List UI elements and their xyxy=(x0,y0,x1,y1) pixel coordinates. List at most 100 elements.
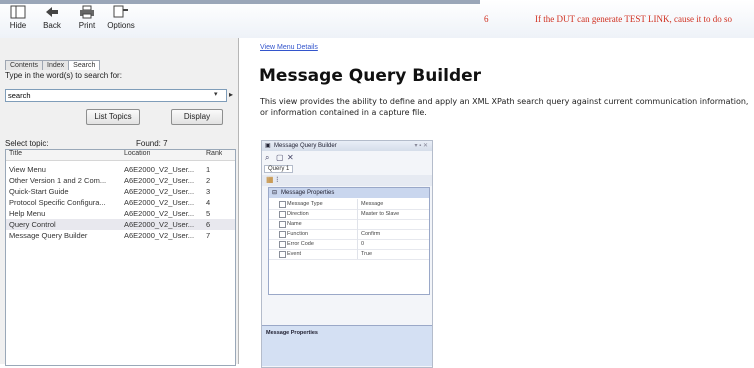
shot-property-grid: ⊟ Message Properties Message Type Message… xyxy=(268,187,430,295)
shot-grid-row-value: Master to Slave xyxy=(361,211,400,217)
shot-toolbar: ⌕ ▢ ✕ xyxy=(262,152,432,164)
shot-grid-divider xyxy=(357,209,358,219)
list-item-rank: 4 xyxy=(206,198,211,207)
shot-grid-row-name: Function xyxy=(287,231,309,237)
back-label: Back xyxy=(43,21,61,30)
shot-query-tab: Query 1 xyxy=(264,165,294,173)
list-item[interactable]: View Menu A6E2000_V2_User... 1 xyxy=(6,164,235,175)
shot-checkbox xyxy=(279,231,286,238)
display-button[interactable]: Display xyxy=(171,109,223,125)
search-arrow-icon[interactable]: ▸ xyxy=(229,90,235,100)
list-item-title: Query Control xyxy=(9,220,56,229)
shot-grid-row-value: True xyxy=(361,251,373,257)
shot-grid-divider xyxy=(357,249,358,259)
shot-title-text: Message Query Builder xyxy=(274,143,337,149)
shot-grid-row-name: Event xyxy=(287,251,302,257)
shot-grid-divider xyxy=(357,199,358,209)
tab-index[interactable]: Index xyxy=(42,60,70,70)
shot-properties-label: Message Properties xyxy=(266,330,318,336)
nav-tabs: Contents Index Search xyxy=(5,54,101,70)
list-item-title: Help Menu xyxy=(9,209,46,218)
shot-grid-row-value: Confirm xyxy=(361,231,381,237)
shot-document-icon: ▢ xyxy=(276,153,284,162)
dropdown-arrow-icon[interactable]: ▾ xyxy=(214,90,218,98)
shot-sort-icon: ▦ xyxy=(266,175,274,184)
list-item-title: Message Query Builder xyxy=(9,231,88,240)
list-item[interactable]: Protocol Specific Configura... A6E2000_V2… xyxy=(6,197,235,208)
back-arrow-icon xyxy=(46,7,58,17)
embedded-screenshot: ▣ Message Query Builder ▾ ▪ ✕ ⌕ ▢ ✕ Quer… xyxy=(261,140,433,368)
tab-contents[interactable]: Contents xyxy=(5,60,44,70)
shot-grid-row-name: Direction xyxy=(287,211,309,217)
list-item-location: A6E2000_V2_User... xyxy=(124,220,195,229)
back-button[interactable]: Back xyxy=(38,5,66,35)
list-item-rank: 3 xyxy=(206,187,211,196)
content-pane: View Menu Details Message Query Builder … xyxy=(239,38,754,368)
shot-grid-header: ⊟ Message Properties xyxy=(269,188,429,198)
hide-icon xyxy=(10,5,26,19)
printer-icon xyxy=(80,5,94,19)
breadcrumb-link[interactable]: View Menu Details xyxy=(260,44,318,51)
list-item[interactable]: Message Query Builder A6E2000_V2_User... 7 xyxy=(6,230,235,241)
list-item-location: A6E2000_V2_User... xyxy=(124,187,195,196)
shot-checkbox xyxy=(279,251,286,258)
column-rank[interactable]: Rank xyxy=(206,150,222,157)
list-item-location: A6E2000_V2_User... xyxy=(124,198,195,207)
list-item-location: A6E2000_V2_User... xyxy=(124,231,195,240)
list-item[interactable]: Quick-Start Guide A6E2000_V2_User... 3 xyxy=(6,186,235,197)
options-label: Options xyxy=(107,21,135,30)
shot-grid-row: Event True xyxy=(269,249,429,260)
list-item[interactable]: Help Menu A6E2000_V2_User... 5 xyxy=(6,208,235,219)
column-location[interactable]: Location xyxy=(124,150,150,157)
background-row-number: 6 xyxy=(484,14,489,24)
list-item-rank: 5 xyxy=(206,209,211,218)
found-count: Found: 7 xyxy=(136,139,168,148)
list-topics-button[interactable]: List Topics xyxy=(86,109,140,125)
shot-grid-row-value: 0 xyxy=(361,241,365,247)
shot-properties-panel: Message Properties xyxy=(262,325,432,366)
options-button[interactable]: Options xyxy=(107,5,135,35)
help-toolbar: Hide Back Print Options 6 If the DUT can… xyxy=(0,0,754,39)
shot-window-title: ▣ Message Query Builder ▾ ▪ ✕ xyxy=(262,141,432,151)
list-item-rank: 6 xyxy=(206,220,211,229)
shot-list-icon: ⁝ xyxy=(276,175,279,184)
shot-grid-header-text: Message Properties xyxy=(281,190,335,196)
list-header: Title Location Rank xyxy=(6,150,235,161)
column-title[interactable]: Title xyxy=(9,150,22,157)
background-row-text: If the DUT can generate TEST LINK, cause… xyxy=(535,14,732,24)
hide-button[interactable]: Hide xyxy=(4,5,32,35)
search-input[interactable]: search xyxy=(5,89,227,102)
shot-grid-divider xyxy=(357,219,358,229)
list-item-rank: 2 xyxy=(206,176,211,185)
shot-checkbox xyxy=(279,211,286,218)
select-topic-label: Select topic: xyxy=(5,139,49,148)
shot-checkbox xyxy=(279,201,286,208)
shot-grid-divider xyxy=(357,229,358,239)
shot-grid-row-name: Name xyxy=(287,221,302,227)
list-item-title: Protocol Specific Configura... xyxy=(9,198,106,207)
page-description: This view provides the ability to define… xyxy=(260,97,749,117)
tab-search[interactable]: Search xyxy=(68,60,101,70)
shot-close-icon: ✕ xyxy=(287,153,294,162)
shot-app-icon: ▣ xyxy=(265,143,271,149)
list-item-location: A6E2000_V2_User... xyxy=(124,176,195,185)
list-item-title: Other Version 1 and 2 Com... xyxy=(9,176,107,185)
shot-window-controls-icon: ▾ ▪ ✕ xyxy=(414,143,429,149)
shot-search-icon: ⌕ xyxy=(265,153,270,162)
list-item-title: View Menu xyxy=(9,165,46,174)
shot-grid-row-value: Message xyxy=(361,201,384,207)
print-label: Print xyxy=(78,21,96,30)
shot-checkbox xyxy=(279,241,286,248)
search-prompt: Type in the word(s) to search for: xyxy=(5,71,122,80)
shot-collapse-icon: ⊟ xyxy=(272,190,278,196)
hide-label: Hide xyxy=(9,21,27,30)
page-title: Message Query Builder xyxy=(259,66,482,86)
list-item[interactable]: Other Version 1 and 2 Com... A6E2000_V2_U… xyxy=(6,175,235,186)
options-icon xyxy=(113,5,128,18)
list-item[interactable]: Query Control A6E2000_V2_User... 6 xyxy=(6,219,235,230)
list-item-rank: 7 xyxy=(206,231,211,240)
print-button[interactable]: Print xyxy=(73,5,101,35)
shot-grid-divider xyxy=(357,239,358,249)
shot-subtoolbar: ▦ ⁝ xyxy=(262,175,432,186)
shot-checkbox xyxy=(279,221,286,228)
